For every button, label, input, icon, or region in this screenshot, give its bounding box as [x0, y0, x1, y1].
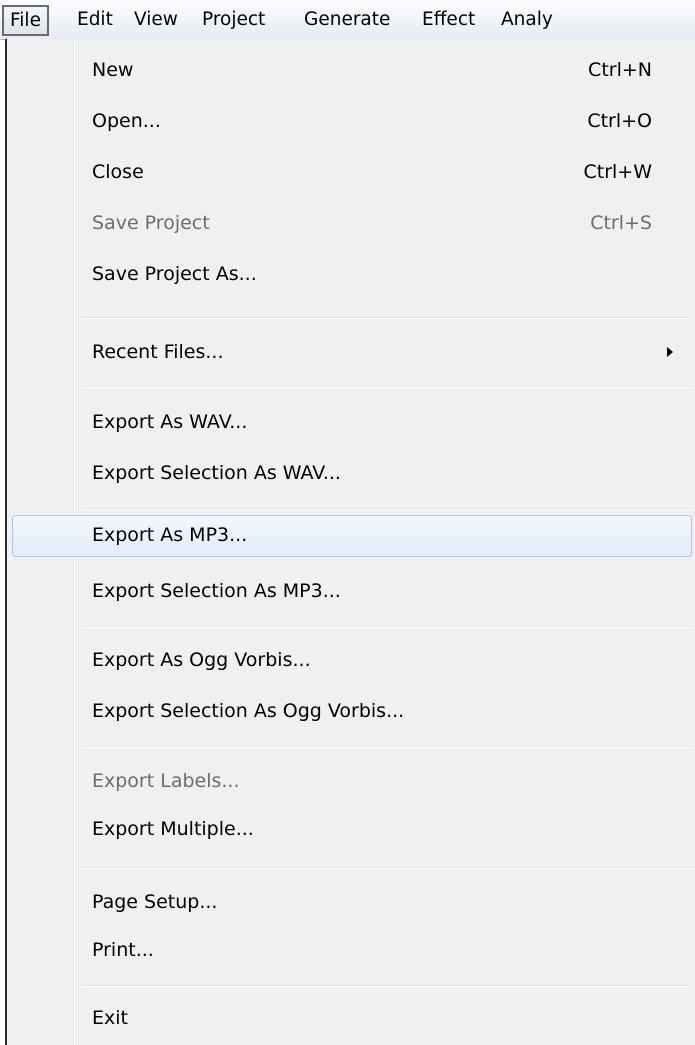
menu-bar: File Edit View Project Generate Effect A…: [0, 0, 695, 40]
menu-item-export-as-wav[interactable]: Export As WAV...: [7, 402, 695, 442]
menu-separator: [82, 626, 692, 628]
menu-separator: [82, 508, 692, 510]
menu-item-label: Export As MP3...: [92, 524, 248, 546]
menu-item-save-project-as[interactable]: Save Project As...: [7, 254, 695, 294]
menu-item-shortcut: Ctrl+O: [587, 110, 652, 132]
menu-item-close[interactable]: Close Ctrl+W: [7, 152, 695, 192]
menu-project[interactable]: Project: [202, 4, 265, 35]
menu-item-new[interactable]: New Ctrl+N: [7, 50, 695, 90]
menu-item-label: Export As Ogg Vorbis...: [92, 649, 311, 671]
menu-item-export-as-mp3[interactable]: Export As MP3...: [12, 515, 692, 557]
menu-item-export-selection-as-mp3[interactable]: Export Selection As MP3...: [7, 571, 695, 611]
menu-item-label: Export Labels...: [92, 770, 240, 792]
menu-generate[interactable]: Generate: [304, 4, 390, 35]
menu-item-label: Open...: [92, 110, 161, 132]
menu-item-label: Export As WAV...: [92, 411, 248, 433]
submenu-arrow-icon: [667, 347, 673, 357]
menu-item-recent-files[interactable]: Recent Files...: [7, 332, 695, 372]
menu-separator: [82, 985, 692, 987]
menu-item-shortcut: Ctrl+S: [590, 212, 652, 234]
menu-item-label: Save Project: [92, 212, 210, 234]
menu-separator: [82, 746, 692, 748]
menu-item-label: Recent Files...: [92, 341, 224, 363]
menu-separator: [82, 386, 692, 388]
menu-separator: [82, 867, 692, 869]
menu-item-export-as-ogg-vorbis[interactable]: Export As Ogg Vorbis...: [7, 640, 695, 680]
menu-file[interactable]: File: [2, 5, 49, 36]
menu-item-label: Exit: [92, 1007, 128, 1029]
menu-item-export-multiple[interactable]: Export Multiple...: [7, 809, 695, 849]
menu-separator: [82, 317, 692, 319]
menu-item-shortcut: Ctrl+N: [588, 59, 652, 81]
menu-item-label: Export Selection As WAV...: [92, 462, 341, 484]
menu-analyze[interactable]: Analy: [501, 4, 553, 35]
menu-item-save-project: Save Project Ctrl+S: [7, 203, 695, 243]
menu-item-export-selection-as-wav[interactable]: Export Selection As WAV...: [7, 453, 695, 493]
menu-item-exit[interactable]: Exit: [7, 998, 695, 1038]
menu-item-page-setup[interactable]: Page Setup...: [7, 882, 695, 922]
menu-item-label: New: [92, 59, 134, 81]
menu-item-export-selection-as-ogg-vorbis[interactable]: Export Selection As Ogg Vorbis...: [7, 691, 695, 731]
menu-item-label: Save Project As...: [92, 263, 257, 285]
menu-item-label: Export Multiple...: [92, 818, 254, 840]
menu-view[interactable]: View: [134, 4, 178, 35]
menu-item-label: Page Setup...: [92, 891, 218, 913]
menu-item-export-labels: Export Labels...: [7, 761, 695, 801]
menu-edit[interactable]: Edit: [77, 4, 113, 35]
menu-item-label: Print...: [92, 939, 154, 961]
menu-item-label: Export Selection As Ogg Vorbis...: [92, 700, 405, 722]
file-dropdown-menu: New Ctrl+N Open... Ctrl+O Close Ctrl+W S…: [5, 39, 695, 1045]
menu-item-print[interactable]: Print...: [7, 930, 695, 970]
menu-item-label: Close: [92, 161, 144, 183]
menu-item-open[interactable]: Open... Ctrl+O: [7, 101, 695, 141]
menu-item-label: Export Selection As MP3...: [92, 580, 341, 602]
menu-item-shortcut: Ctrl+W: [583, 161, 652, 183]
menu-effect[interactable]: Effect: [422, 4, 475, 35]
